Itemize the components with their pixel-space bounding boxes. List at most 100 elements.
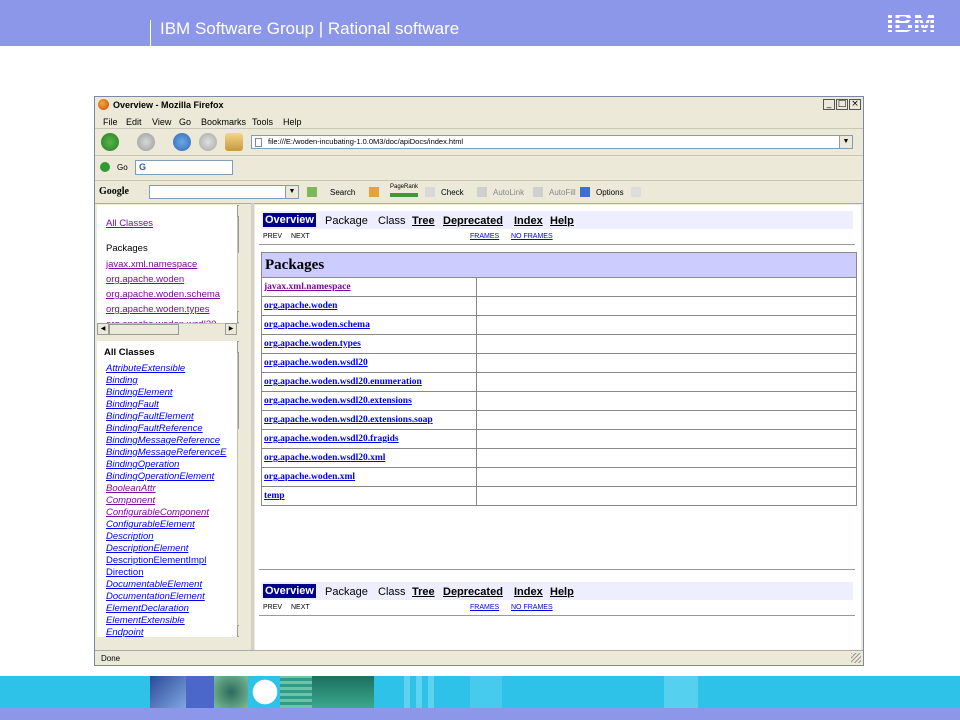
package-link[interactable]: org.apache.woden — [106, 274, 184, 285]
class-link[interactable]: AttributeExtensible — [106, 363, 185, 374]
reload-icon[interactable] — [173, 133, 191, 151]
scroll-thumb[interactable] — [238, 217, 239, 253]
minimize-button[interactable]: _ — [823, 99, 835, 110]
scroll-down-icon[interactable]: ▼ — [237, 311, 239, 323]
class-link[interactable]: BindingMessageReference — [106, 435, 220, 446]
menu-tools[interactable]: Tools — [252, 117, 273, 127]
scroll-thumb[interactable] — [238, 353, 239, 429]
google-search-button[interactable]: Search — [330, 188, 355, 197]
package-link[interactable]: org.apache.woden — [264, 301, 337, 311]
package-link[interactable]: javax.xml.namespace — [106, 259, 197, 270]
class-link[interactable]: BindingElement — [106, 387, 173, 398]
class-link[interactable]: BindingOperation — [106, 459, 179, 470]
class-link[interactable]: BindingFaultElement — [106, 411, 194, 422]
package-link[interactable]: org.apache.woden.wsdl20 — [264, 358, 368, 368]
home-icon[interactable] — [225, 133, 243, 151]
go-label[interactable]: Go — [117, 163, 128, 172]
check-button[interactable]: Check — [441, 188, 464, 197]
classes-vertical-scrollbar[interactable]: ▲ ▼ — [237, 341, 239, 637]
nav-tree-link[interactable]: Tree — [412, 214, 435, 228]
pagerank-label[interactable]: PageRank — [390, 184, 418, 190]
no-frames-link[interactable]: NO FRAMES — [511, 233, 553, 240]
menu-edit[interactable]: Edit — [126, 117, 142, 127]
package-link[interactable]: org.apache.woden.wsdl20.fragids — [264, 434, 399, 444]
class-link[interactable]: Component — [106, 495, 155, 506]
class-link[interactable]: Binding — [106, 375, 138, 386]
package-link[interactable]: org.apache.woden.wsdl20.enumeration — [264, 377, 422, 387]
forward-arrow-icon[interactable] — [137, 133, 155, 151]
google-search-dropdown-icon[interactable]: ▼ — [285, 186, 298, 198]
all-classes-link[interactable]: All Classes — [106, 218, 153, 229]
frame-splitter[interactable] — [251, 203, 254, 650]
class-link[interactable]: ElementExtensible — [106, 615, 185, 626]
class-link[interactable]: ConfigurableElement — [106, 519, 195, 530]
nav-deprecated-link[interactable]: Deprecated — [443, 585, 503, 599]
nav-deprecated-link[interactable]: Deprecated — [443, 214, 503, 228]
package-link[interactable]: org.apache.woden.xml — [264, 472, 355, 482]
no-frames-link[interactable]: NO FRAMES — [511, 604, 553, 611]
package-link[interactable]: org.apache.woden.types — [264, 339, 361, 349]
class-link[interactable]: BindingMessageReferenceE — [106, 447, 226, 458]
scroll-right-icon[interactable]: ▶ — [225, 323, 237, 335]
nav-help-link[interactable]: Help — [550, 585, 574, 599]
nav-index-link[interactable]: Index — [514, 214, 543, 228]
go-icon[interactable] — [100, 162, 110, 172]
menu-file[interactable]: File — [103, 117, 118, 127]
class-link[interactable]: DescriptionElement — [106, 543, 188, 554]
google-news-icon[interactable] — [369, 187, 379, 197]
maximize-button[interactable]: □ — [836, 99, 848, 110]
class-link[interactable]: BindingOperationElement — [106, 471, 214, 482]
stop-icon[interactable] — [199, 133, 217, 151]
google-search-input[interactable]: ▼ — [149, 185, 299, 199]
package-link[interactable]: org.apache.woden.types — [106, 304, 210, 315]
class-link[interactable]: ElementDeclaration — [106, 603, 189, 614]
spell-check-icon[interactable] — [425, 187, 435, 197]
scroll-thumb[interactable] — [109, 324, 179, 335]
options-button[interactable]: Options — [596, 188, 624, 197]
highlight-pencil-icon[interactable] — [631, 187, 641, 197]
class-link[interactable]: BindingFaultReference — [106, 423, 203, 434]
packages-horizontal-scrollbar[interactable]: ◀ ▶ — [97, 323, 239, 335]
scroll-down-icon[interactable]: ▼ — [237, 625, 239, 637]
package-link[interactable]: org.apache.woden.schema — [106, 289, 220, 300]
class-link[interactable]: Endpoint — [106, 627, 144, 637]
class-link[interactable]: ConfigurableComponent — [106, 507, 209, 518]
google-add-icon[interactable] — [307, 187, 317, 197]
options-icon[interactable] — [580, 187, 590, 197]
url-dropdown-icon[interactable]: ▼ — [839, 136, 852, 148]
package-link[interactable]: org.apache.woden.wsdl20.xml — [264, 453, 385, 463]
menu-view[interactable]: View — [152, 117, 171, 127]
class-link[interactable]: BooleanAttr — [106, 483, 156, 494]
url-bar[interactable]: file:///E:/woden-incubating-1.0.0M3/doc/… — [251, 135, 853, 149]
menu-go[interactable]: Go — [179, 117, 191, 127]
package-link[interactable]: javax.xml.namespace — [264, 282, 351, 292]
packages-vertical-scrollbar[interactable]: ▲ ▼ — [237, 205, 239, 323]
resize-grip-icon[interactable] — [851, 653, 861, 663]
package-link[interactable]: org.apache.woden.schema — [264, 320, 370, 330]
close-button[interactable]: × — [849, 99, 861, 110]
package-link[interactable]: temp — [264, 491, 285, 501]
package-link[interactable]: org.apache.woden.wsdl20.extensions — [264, 396, 412, 406]
class-link[interactable]: BindingFault — [106, 399, 159, 410]
package-link[interactable]: org.apache.woden.wsdl20.extensions.soap — [264, 415, 433, 425]
frames-link[interactable]: FRAMES — [470, 604, 499, 611]
scroll-up-icon[interactable]: ▲ — [237, 205, 239, 217]
nav-index-link[interactable]: Index — [514, 585, 543, 599]
autolink-button[interactable]: AutoLink — [493, 188, 524, 197]
class-link[interactable]: Direction — [106, 567, 144, 578]
go-search-box[interactable]: G — [135, 160, 233, 175]
menu-help[interactable]: Help — [283, 117, 302, 127]
autofill-button[interactable]: AutoFill — [549, 188, 576, 197]
class-link[interactable]: Description — [106, 531, 154, 542]
scroll-left-icon[interactable]: ◀ — [97, 323, 109, 335]
nav-help-link[interactable]: Help — [550, 214, 574, 228]
menu-bookmarks[interactable]: Bookmarks — [201, 117, 246, 127]
back-arrow-icon[interactable] — [101, 133, 119, 151]
autofill-icon[interactable] — [533, 187, 543, 197]
frames-link[interactable]: FRAMES — [470, 233, 499, 240]
autolink-icon[interactable] — [477, 187, 487, 197]
scroll-up-icon[interactable]: ▲ — [237, 341, 239, 353]
google-logo[interactable]: Google — [99, 186, 129, 197]
class-link[interactable]: DocumentableElement — [106, 579, 202, 590]
nav-tree-link[interactable]: Tree — [412, 585, 435, 599]
